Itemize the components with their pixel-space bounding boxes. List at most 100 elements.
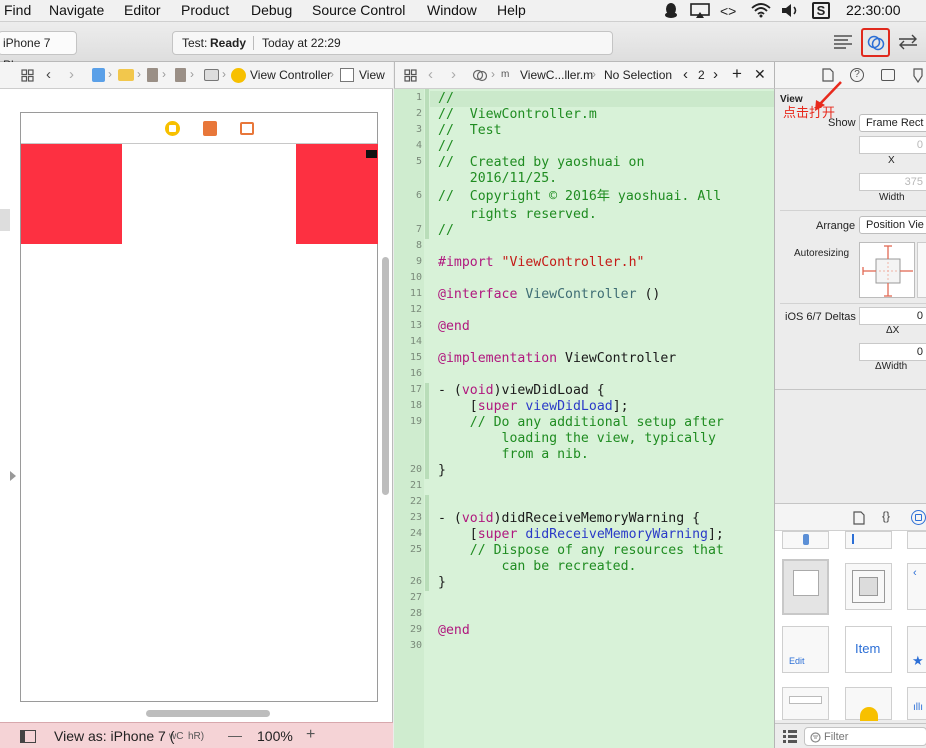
zoom-out-button[interactable]: — — [228, 727, 242, 743]
inspector-tab-bar: ? — [774, 62, 926, 89]
identity-inspector-icon[interactable] — [881, 69, 895, 81]
library-item[interactable] — [845, 531, 892, 549]
airplay-icon[interactable] — [690, 3, 710, 19]
canvas-vertical-scrollbar[interactable] — [382, 257, 389, 495]
penguin-icon[interactable] — [663, 2, 679, 19]
file-inspector-icon[interactable] — [822, 68, 834, 82]
line-number: 25 — [409, 544, 422, 555]
autoresizing-control[interactable] — [859, 242, 915, 298]
menu-navigate[interactable]: Navigate — [49, 2, 104, 18]
code-icon[interactable]: <> — [720, 3, 736, 19]
s-icon[interactable]: S — [812, 2, 830, 19]
code-fold-ribbon[interactable] — [425, 495, 429, 591]
prev-counterpart-icon[interactable]: ‹ — [683, 66, 688, 83]
x-field[interactable]: 0 — [859, 136, 926, 154]
code-fold-ribbon[interactable] — [425, 89, 429, 239]
file-templates-icon[interactable] — [853, 511, 865, 525]
standard-editor-icon[interactable] — [832, 33, 854, 51]
line-number: 10 — [409, 272, 422, 283]
arrange-label: Arrange — [816, 220, 856, 232]
library-filter-field[interactable] — [804, 727, 926, 746]
view-controller-scene[interactable] — [20, 112, 378, 702]
canvas-horizontal-scrollbar[interactable] — [146, 710, 270, 717]
library-item-view[interactable] — [782, 559, 829, 615]
line-number: 7 — [415, 224, 422, 235]
menu-find[interactable]: Find — [4, 2, 31, 18]
library-item[interactable] — [907, 531, 926, 549]
code-line: @end — [438, 623, 470, 638]
file-icon[interactable] — [175, 68, 186, 82]
library-item[interactable] — [782, 531, 829, 549]
file-icon[interactable] — [147, 68, 158, 82]
object-library-icon[interactable] — [911, 510, 926, 525]
close-editor-icon[interactable]: ✕ — [754, 66, 766, 83]
list-grid-toggle-icon[interactable] — [783, 730, 797, 743]
forward-arrow-icon[interactable]: › — [451, 66, 456, 83]
breadcrumb-view[interactable]: View — [359, 68, 385, 82]
menu-debug[interactable]: Debug — [251, 2, 292, 18]
view-icon[interactable] — [340, 68, 354, 82]
library-item[interactable] — [782, 687, 829, 720]
add-editor-icon[interactable]: + — [732, 64, 742, 84]
line-number: 2 — [415, 108, 422, 119]
breadcrumb-view-controller[interactable]: View Controller — [250, 68, 331, 82]
menu-editor[interactable]: Editor — [124, 2, 161, 18]
code-fold-ribbon[interactable] — [425, 383, 429, 479]
document-outline-icon[interactable] — [20, 730, 36, 743]
scheme-destination-selector[interactable]: iPhone 7 Plus — [0, 31, 77, 72]
library-item-edit[interactable]: Edit — [782, 626, 829, 673]
related-items-icon[interactable] — [21, 69, 34, 82]
wifi-icon[interactable] — [751, 3, 771, 18]
view-as-label[interactable]: View as: iPhone 7 ( — [54, 728, 174, 744]
menu-window[interactable]: Window — [427, 2, 477, 18]
next-counterpart-icon[interactable]: › — [713, 66, 718, 83]
breadcrumb-file[interactable]: ViewC...ller.m — [520, 68, 593, 82]
menu-help[interactable]: Help — [497, 2, 526, 18]
library-item-nav[interactable]: ‹ — [907, 563, 926, 610]
scene-icon[interactable] — [204, 69, 219, 81]
view-controller-icon[interactable] — [231, 68, 246, 83]
object-library-grid: ‹ Edit Item ★ ıllı — [775, 531, 926, 721]
back-arrow-icon[interactable]: ‹ — [46, 66, 51, 83]
breadcrumb-selection[interactable]: No Selection — [604, 68, 672, 82]
arrange-popup[interactable]: Position Vie — [859, 216, 926, 234]
scene-vc-icon[interactable] — [165, 121, 180, 136]
forward-arrow-icon[interactable]: › — [69, 66, 74, 83]
resize-handle[interactable] — [366, 150, 377, 158]
library-item[interactable] — [845, 687, 892, 721]
volume-icon[interactable] — [781, 3, 801, 18]
line-number: 30 — [409, 640, 422, 651]
library-item-container[interactable] — [845, 563, 892, 610]
code-editor[interactable]: 1 2 3 4 5 6 7 8 9 10 11 12 13 14 15 16 1… — [394, 89, 774, 748]
exit-icon[interactable] — [240, 122, 254, 135]
assistant-editor-button[interactable] — [861, 28, 890, 57]
library-item[interactable]: ıllı — [907, 687, 926, 720]
zoom-in-button[interactable]: + — [306, 726, 315, 744]
project-icon[interactable] — [92, 68, 105, 82]
attributes-inspector-icon[interactable] — [912, 68, 924, 83]
code-snippets-icon[interactable]: {} — [882, 509, 890, 523]
counterparts-icon[interactable] — [472, 68, 488, 83]
delta-width-field[interactable]: 0 — [859, 343, 926, 361]
library-item-tab[interactable]: ★ — [907, 626, 926, 673]
interface-builder-canvas[interactable] — [0, 89, 393, 722]
panel-collapse-icon[interactable] — [10, 471, 16, 481]
line-number: 26 — [409, 576, 422, 587]
related-items-icon[interactable] — [404, 69, 417, 82]
filter-input[interactable] — [824, 729, 924, 744]
red-view-left[interactable] — [21, 144, 122, 244]
first-responder-icon[interactable] — [203, 121, 217, 136]
back-arrow-icon[interactable]: ‹ — [428, 66, 433, 83]
menu-product[interactable]: Product — [181, 2, 229, 18]
menubar-clock[interactable]: 22:30:00 — [846, 2, 901, 18]
menu-source-control[interactable]: Source Control — [312, 2, 405, 18]
library-item-bar-item[interactable]: Item — [845, 626, 892, 673]
folder-icon[interactable] — [118, 69, 134, 81]
delta-x-field[interactable]: 0 — [859, 307, 926, 325]
version-editor-icon[interactable] — [896, 33, 920, 51]
line-number: 23 — [409, 512, 422, 523]
width-field[interactable]: 375 — [859, 173, 926, 191]
help-inspector-icon[interactable]: ? — [850, 68, 864, 82]
red-view-right[interactable] — [296, 144, 378, 244]
show-popup[interactable]: Frame Rect — [859, 114, 926, 132]
